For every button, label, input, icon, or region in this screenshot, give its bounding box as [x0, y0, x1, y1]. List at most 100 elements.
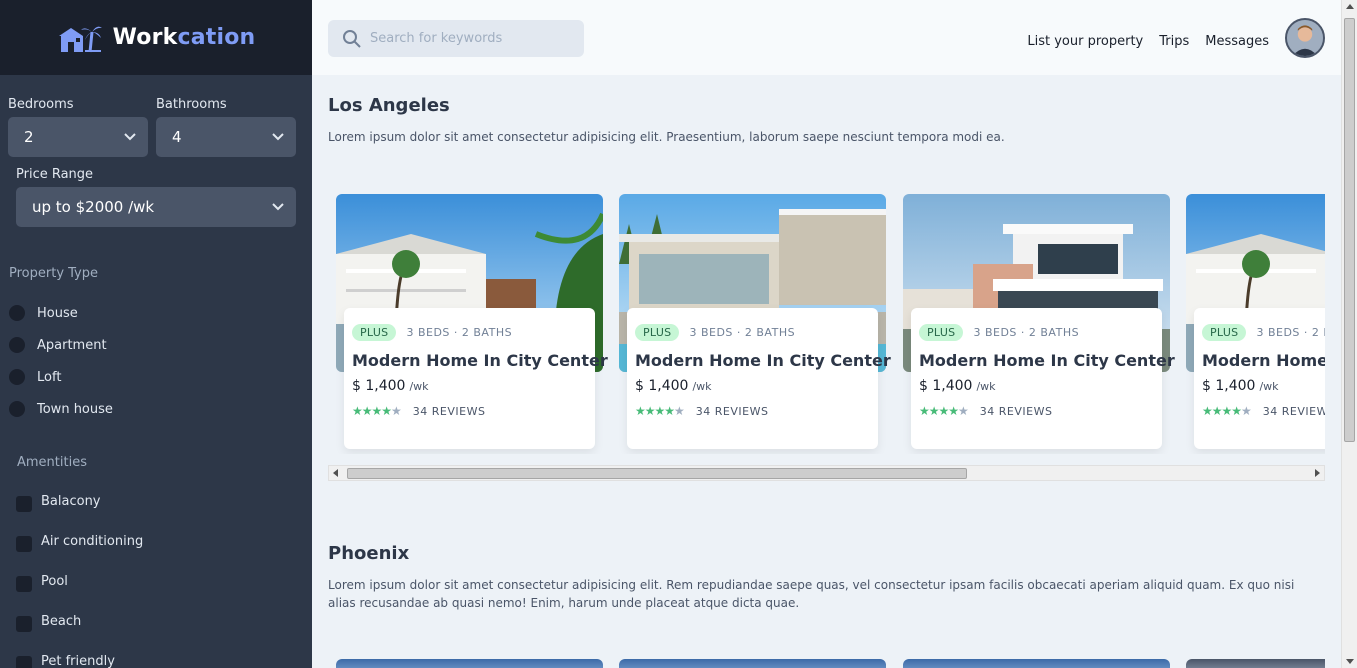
- property-type-list: House Apartment Loft Town house: [9, 305, 113, 433]
- price-range-value: up to $2000 /wk: [32, 198, 155, 216]
- property-type-option[interactable]: House: [9, 297, 113, 329]
- section-title-los-angeles: Los Angeles: [328, 95, 450, 116]
- star-rating-icon: ★★★★★: [352, 404, 402, 418]
- search-bar[interactable]: [328, 20, 584, 57]
- brand[interactable]: Workcation: [0, 0, 312, 75]
- listing-info: PLUS 3 BEDS · 2 BATHS Modern Home In Cit…: [1194, 308, 1325, 449]
- bedrooms-select[interactable]: 2: [8, 117, 148, 157]
- nav-trips[interactable]: Trips: [1159, 34, 1189, 49]
- plus-badge: PLUS: [635, 324, 680, 341]
- price-range-select[interactable]: up to $2000 /wk: [16, 187, 296, 227]
- plus-badge: PLUS: [352, 324, 397, 341]
- bedrooms-label: Bedrooms: [8, 97, 74, 112]
- section-title-phoenix: Phoenix: [328, 543, 410, 564]
- checkbox[interactable]: [16, 656, 32, 668]
- chevron-down-icon: [272, 133, 284, 141]
- radio-button[interactable]: [9, 401, 25, 417]
- property-type-title: Property Type: [9, 266, 99, 281]
- radio-button[interactable]: [9, 305, 25, 321]
- listing-rating: ★★★★★ 34 REVIEWS: [352, 404, 587, 418]
- listing-price: $ 1,400/wk: [1202, 378, 1279, 394]
- scrollbar-thumb[interactable]: [1344, 18, 1355, 442]
- listing-carousel-los-angeles[interactable]: PLUS 3 BEDS · 2 BATHS Modern Home In Cit…: [336, 194, 1325, 454]
- listing-info: PLUS 3 BEDS · 2 BATHS Modern Home In Cit…: [344, 308, 608, 449]
- sidebar: Workcation Bedrooms 2 Bathrooms 4 Price …: [0, 0, 312, 668]
- scroll-up-arrow-icon[interactable]: [1346, 4, 1354, 9]
- review-count: 34 REVIEWS: [1262, 404, 1325, 418]
- checkbox[interactable]: [16, 616, 32, 632]
- search-input[interactable]: [370, 31, 570, 46]
- property-type-option[interactable]: Town house: [9, 393, 113, 425]
- bathrooms-select[interactable]: 4: [156, 117, 296, 157]
- user-avatar[interactable]: [1285, 18, 1325, 58]
- listing-title[interactable]: Modern Home In City Center: [352, 351, 608, 370]
- listing-rating: ★★★★★ 34 REVIEWS: [1202, 404, 1325, 418]
- plus-badge: PLUS: [919, 324, 964, 341]
- bathrooms-label: Bathrooms: [156, 97, 227, 112]
- scroll-down-arrow-icon[interactable]: [1346, 659, 1354, 664]
- beds-baths: 3 BEDS · 2 BATHS: [1256, 326, 1325, 339]
- amenity-option[interactable]: Pool: [16, 574, 143, 614]
- review-count: 34 REVIEWS: [695, 404, 769, 418]
- amenities-list: Balacony Air conditioning Pool Beach Pet…: [16, 494, 143, 668]
- listing-title[interactable]: Modern Home In City Center: [1202, 351, 1325, 370]
- listing-image: [336, 659, 603, 668]
- beds-baths: 3 BEDS · 2 BATHS: [406, 326, 513, 339]
- checkbox[interactable]: [16, 576, 32, 592]
- listing-title[interactable]: Modern Home In City Center: [635, 351, 891, 370]
- listing-card[interactable]: PLUS 3 BEDS · 2 BATHS Modern Home In Cit…: [903, 194, 1175, 454]
- search-icon: [343, 29, 361, 48]
- avatar-image: [1287, 20, 1323, 56]
- amenity-option[interactable]: Beach: [16, 614, 143, 654]
- radio-button[interactable]: [9, 369, 25, 385]
- listing-title[interactable]: Modern Home In City Center: [919, 351, 1175, 370]
- listing-card[interactable]: PLUS 3 BEDS · 2 BATHS Modern Home In Cit…: [1186, 194, 1325, 454]
- listing-info: PLUS 3 BEDS · 2 BATHS Modern Home In Cit…: [627, 308, 891, 449]
- listing-price: $ 1,400/wk: [635, 378, 712, 394]
- beds-baths: 3 BEDS · 2 BATHS: [689, 326, 796, 339]
- amenity-option[interactable]: Air conditioning: [16, 534, 143, 574]
- listing-price: $ 1,400/wk: [352, 378, 429, 394]
- top-nav: List your property Trips Messages: [1027, 34, 1269, 49]
- top-header: List your property Trips Messages: [312, 0, 1341, 75]
- checkbox[interactable]: [16, 496, 32, 512]
- scroll-left-arrow-icon[interactable]: [333, 469, 338, 477]
- listing-card[interactable]: PLUS 3 BEDS · 2 BATHS Modern Home In Cit…: [619, 194, 891, 454]
- amenity-option[interactable]: Balacony: [16, 494, 143, 534]
- bedrooms-filter: Bedrooms 2: [8, 97, 148, 157]
- plus-badge: PLUS: [1202, 324, 1247, 341]
- star-rating-icon: ★★★★★: [1202, 404, 1252, 418]
- checkbox[interactable]: [16, 536, 32, 552]
- nav-messages[interactable]: Messages: [1205, 34, 1269, 49]
- section-description-los-angeles: Lorem ipsum dolor sit amet consectetur a…: [328, 130, 1005, 144]
- listing-card[interactable]: PLUS 3 BEDS · 2 BATHS Modern Home In Cit…: [336, 194, 608, 454]
- price-range-filter: Price Range up to $2000 /wk: [0, 157, 312, 227]
- listing-image: [903, 659, 1170, 668]
- section-description-phoenix: Lorem ipsum dolor sit amet consectetur a…: [328, 578, 1295, 610]
- review-count: 34 REVIEWS: [412, 404, 486, 418]
- bathrooms-filter: Bathrooms 4: [156, 97, 296, 157]
- radio-button[interactable]: [9, 337, 25, 353]
- property-type-option[interactable]: Loft: [9, 361, 113, 393]
- amenity-option[interactable]: Pet friendly: [16, 654, 143, 668]
- property-type-option[interactable]: Apartment: [9, 329, 113, 361]
- amenities-title: Amentities: [17, 455, 87, 470]
- listing-rating: ★★★★★ 34 REVIEWS: [635, 404, 870, 418]
- review-count: 34 REVIEWS: [979, 404, 1053, 418]
- listing-image: [619, 659, 886, 668]
- chevron-down-icon: [272, 203, 284, 211]
- listing-carousel-phoenix[interactable]: [336, 659, 1325, 668]
- bedrooms-value: 2: [24, 128, 34, 146]
- listing-info: PLUS 3 BEDS · 2 BATHS Modern Home In Cit…: [911, 308, 1175, 449]
- listing-rating: ★★★★★ 34 REVIEWS: [919, 404, 1154, 418]
- bathrooms-value: 4: [172, 128, 182, 146]
- nav-list-property[interactable]: List your property: [1027, 34, 1143, 49]
- scrollbar-thumb[interactable]: [347, 468, 967, 479]
- house-palm-logo-icon: [58, 26, 102, 52]
- beds-baths: 3 BEDS · 2 BATHS: [973, 326, 1080, 339]
- page-scrollbar[interactable]: [1341, 0, 1357, 668]
- star-rating-icon: ★★★★★: [635, 404, 685, 418]
- scroll-right-arrow-icon[interactable]: [1315, 469, 1320, 477]
- carousel-scrollbar[interactable]: [328, 465, 1325, 481]
- listing-image: [1186, 659, 1325, 668]
